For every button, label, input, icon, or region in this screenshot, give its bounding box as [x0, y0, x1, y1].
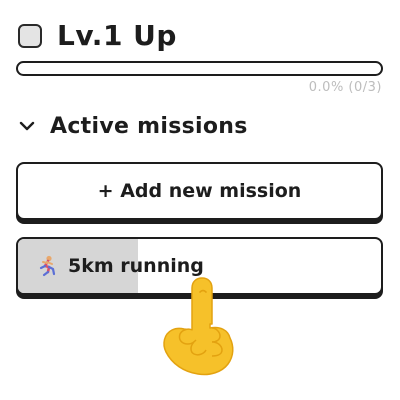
level-progress-text: 0.0% (0/3) [308, 80, 382, 95]
mission-card[interactable]: 5km running [16, 237, 383, 295]
page: Lv.1 Up 0.0% (0/3) Active missions + Add… [0, 0, 400, 400]
section-title: Active missions [50, 113, 248, 139]
level-checkbox[interactable] [18, 24, 42, 48]
add-mission-button[interactable]: + Add new mission [16, 162, 383, 220]
add-mission-label: + Add new mission [97, 180, 302, 202]
active-missions-toggle[interactable]: Active missions [18, 112, 248, 140]
mission-content: 5km running [36, 239, 204, 293]
level-header: Lv.1 Up [18, 18, 177, 54]
level-progress-bar [16, 61, 383, 76]
runner-icon [36, 254, 58, 278]
mission-label: 5km running [68, 255, 204, 277]
level-title: Lv.1 Up [57, 19, 177, 52]
chevron-down-icon [18, 117, 36, 135]
